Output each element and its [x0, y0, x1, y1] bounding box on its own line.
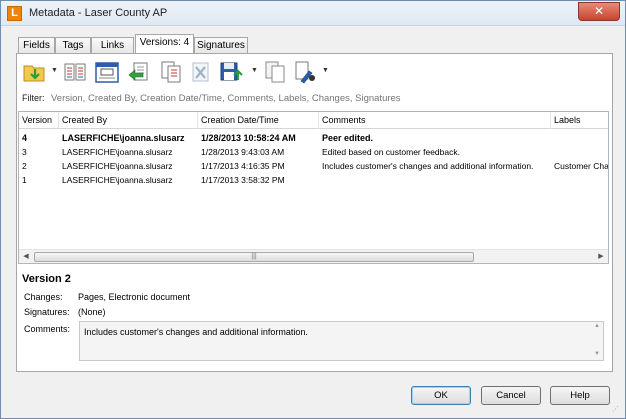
cell-version: 2 — [22, 161, 27, 171]
filter-label: Filter: — [22, 93, 45, 103]
cell-created-by: LASERFICHE\joanna.slusarz — [62, 175, 173, 185]
grid-header: Version Created By Creation Date/Time Co… — [19, 112, 608, 129]
chevron-down-icon[interactable]: ▼ — [51, 67, 58, 77]
export-version-icon[interactable] — [292, 57, 318, 85]
revert-version-icon[interactable] — [126, 57, 152, 85]
version-detail-title: Version 2 — [22, 273, 71, 285]
cancel-button[interactable]: Cancel — [481, 386, 541, 405]
table-row[interactable]: 2 LASERFICHE\joanna.slusarz 1/17/2013 4:… — [19, 160, 608, 172]
signatures-label: Signatures: — [24, 307, 70, 317]
resize-grip-icon[interactable]: ⋰ — [612, 405, 622, 415]
tab-tags[interactable]: Tags — [55, 37, 91, 53]
cell-created-by: LASERFICHE\joanna.slusarz — [62, 147, 173, 157]
scroll-up-icon[interactable]: ▲ — [594, 323, 600, 329]
scroll-thumb[interactable]: ||| — [34, 252, 474, 262]
compare-versions-icon[interactable] — [62, 57, 88, 85]
chevron-down-icon[interactable]: ▼ — [251, 67, 258, 77]
column-labels[interactable]: Labels — [551, 112, 608, 129]
window-title: Metadata - Laser County AP — [29, 7, 168, 19]
metadata-dialog: L Metadata - Laser County AP ✕ Fields Ta… — [0, 0, 626, 419]
copy-version-icon[interactable] — [262, 57, 288, 85]
cell-comments: Peer edited. — [322, 133, 374, 143]
table-row[interactable]: 4 LASERFICHE\joanna.slusarz 1/28/2013 10… — [19, 132, 608, 144]
comments-value: Includes customer's changes and addition… — [84, 327, 308, 337]
tab-links[interactable]: Links — [91, 37, 134, 53]
cell-date: 1/17/2013 3:58:32 PM — [201, 175, 285, 185]
get-version-icon[interactable] — [22, 57, 48, 85]
comments-field[interactable]: Includes customer's changes and addition… — [79, 321, 604, 361]
cell-date: 1/17/2013 4:16:35 PM — [201, 161, 285, 171]
cell-created-by: LASERFICHE\joanna.slusarz — [62, 161, 173, 171]
cell-comments: Edited based on customer feedback. — [322, 147, 460, 157]
cell-version: 3 — [22, 147, 27, 157]
column-creation-date[interactable]: Creation Date/Time — [198, 112, 319, 129]
table-row[interactable]: 3 LASERFICHE\joanna.slusarz 1/28/2013 9:… — [19, 146, 608, 158]
scroll-down-icon[interactable]: ▼ — [594, 351, 600, 357]
cell-comments — [319, 174, 551, 186]
help-button[interactable]: Help — [550, 386, 610, 405]
close-button[interactable]: ✕ — [578, 2, 620, 21]
tab-versions[interactable]: Versions: 4 — [135, 34, 194, 53]
signatures-value: (None) — [78, 307, 106, 317]
filter-input[interactable] — [49, 91, 608, 106]
title-bar[interactable]: L Metadata - Laser County AP ✕ — [1, 1, 625, 26]
horizontal-scrollbar[interactable]: ◀ ||| ▶ — [19, 249, 608, 263]
column-version[interactable]: Version — [19, 112, 59, 129]
laserfiche-app-icon: L — [7, 6, 22, 21]
ok-button[interactable]: OK — [411, 386, 471, 405]
save-version-icon[interactable] — [218, 57, 244, 85]
delete-version-icon[interactable] — [188, 57, 214, 85]
tab-signatures[interactable]: Signatures — [194, 37, 248, 53]
cell-date: 1/28/2013 10:58:24 AM — [201, 133, 296, 143]
cell-version: 4 — [22, 133, 28, 143]
new-version-icon[interactable] — [158, 57, 184, 85]
cell-labels — [551, 132, 608, 144]
cell-labels: Customer Cha — [554, 161, 608, 171]
chevron-down-icon[interactable]: ▼ — [322, 67, 329, 77]
versions-grid: Version Created By Creation Date/Time Co… — [18, 111, 609, 264]
scroll-left-icon[interactable]: ◀ — [20, 252, 32, 262]
table-row[interactable]: 1 LASERFICHE\joanna.slusarz 1/17/2013 3:… — [19, 174, 608, 186]
scroll-right-icon[interactable]: ▶ — [595, 252, 607, 262]
cell-version: 1 — [22, 175, 27, 185]
version-properties-icon[interactable] — [94, 57, 120, 85]
cell-date: 1/28/2013 9:43:03 AM — [201, 147, 285, 157]
changes-label: Changes: — [24, 292, 63, 302]
column-created-by[interactable]: Created By — [59, 112, 198, 129]
cell-comments: Includes customer's changes and addition… — [322, 161, 534, 171]
comments-label: Comments: — [24, 324, 71, 334]
filter-row: Filter: — [22, 91, 608, 106]
cell-labels — [551, 146, 608, 158]
changes-value: Pages, Electronic document — [78, 292, 191, 302]
tab-fields[interactable]: Fields — [18, 37, 55, 53]
cell-created-by: LASERFICHE\joanna.slusarz — [62, 133, 185, 143]
cell-labels — [551, 174, 608, 186]
column-comments[interactable]: Comments — [319, 112, 551, 129]
